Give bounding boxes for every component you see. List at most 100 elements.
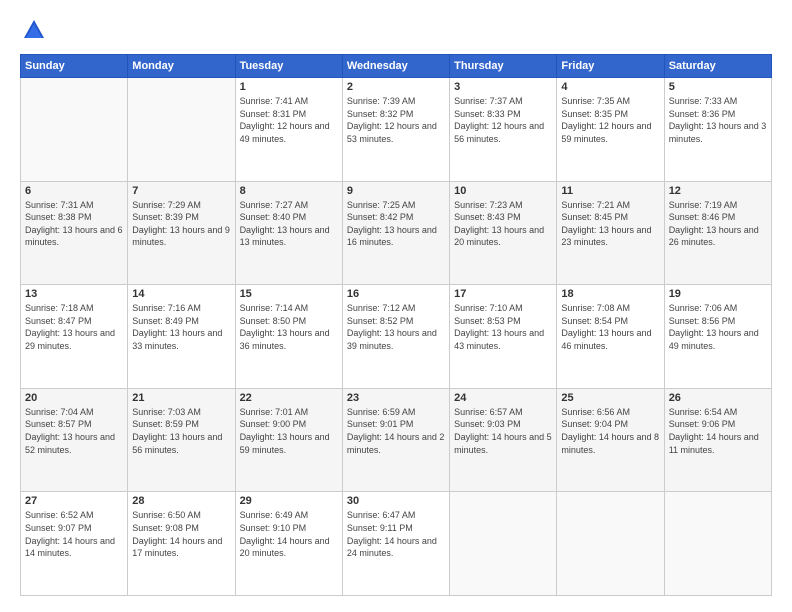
calendar-cell: 27Sunrise: 6:52 AM Sunset: 9:07 PM Dayli… [21,492,128,596]
day-number: 9 [347,185,445,197]
day-info: Sunrise: 7:04 AM Sunset: 8:57 PM Dayligh… [25,406,123,456]
day-info: Sunrise: 7:19 AM Sunset: 8:46 PM Dayligh… [669,199,767,249]
calendar-cell: 3 Sunrise: 7:37 AM Sunset: 8:33 PM Daylig… [450,78,557,182]
day-info: Sunrise: 6:56 AM Sunset: 9:04 PM Dayligh… [561,406,659,456]
day-info: Sunrise: 7:25 AM Sunset: 8:42 PM Dayligh… [347,199,445,249]
day-info: Sunrise: 7:29 AM Sunset: 8:39 PM Dayligh… [132,199,230,249]
day-number: 24 [454,392,552,404]
day-number: 21 [132,392,230,404]
weekday-header-sunday: Sunday [21,55,128,78]
day-number: 26 [669,392,767,404]
day-info: Sunrise: 7:12 AM Sunset: 8:52 PM Dayligh… [347,302,445,352]
day-info: Sunrise: 6:52 AM Sunset: 9:07 PM Dayligh… [25,509,123,559]
calendar-cell [450,492,557,596]
weekday-header-tuesday: Tuesday [235,55,342,78]
day-info: Sunrise: 6:57 AM Sunset: 9:03 PM Dayligh… [454,406,552,456]
calendar-cell: 20 Sunrise: 7:04 AM Sunset: 8:57 PM Dayli… [21,388,128,492]
day-number: 19 [669,288,767,300]
day-number: 20 [25,392,123,404]
day-info: Sunrise: 7:35 AM Sunset: 8:35 PM Dayligh… [561,95,659,145]
day-number: 1 [240,81,338,93]
day-info: Sunrise: 7:27 AM Sunset: 8:40 PM Dayligh… [240,199,338,249]
day-info: Sunrise: 7:33 AM Sunset: 8:36 PM Dayligh… [669,95,767,145]
day-info: Sunrise: 7:31 AM Sunset: 8:38 PM Dayligh… [25,199,123,249]
calendar-cell: 5 Sunrise: 7:33 AM Sunset: 8:36 PM Daylig… [664,78,771,182]
day-number: 25 [561,392,659,404]
calendar-cell: 22 Sunrise: 7:01 AM Sunset: 9:00 PM Dayli… [235,388,342,492]
day-number: 2 [347,81,445,93]
weekday-header-monday: Monday [128,55,235,78]
day-number: 3 [454,81,552,93]
calendar-cell: 19 Sunrise: 7:06 AM Sunset: 8:56 PM Dayli… [664,285,771,389]
day-info: Sunrise: 7:18 AM Sunset: 8:47 PM Dayligh… [25,302,123,352]
day-info: Sunrise: 7:21 AM Sunset: 8:45 PM Dayligh… [561,199,659,249]
day-info: Sunrise: 7:41 AM Sunset: 8:31 PM Dayligh… [240,95,338,145]
day-number: 23 [347,392,445,404]
calendar-cell: 10 Sunrise: 7:23 AM Sunset: 8:43 PM Dayli… [450,181,557,285]
weekday-header-thursday: Thursday [450,55,557,78]
day-info: Sunrise: 7:10 AM Sunset: 8:53 PM Dayligh… [454,302,552,352]
calendar-cell: 26 Sunrise: 6:54 AM Sunset: 9:06 PM Dayli… [664,388,771,492]
day-info: Sunrise: 7:37 AM Sunset: 8:33 PM Dayligh… [454,95,552,145]
day-info: Sunrise: 7:16 AM Sunset: 8:49 PM Dayligh… [132,302,230,352]
calendar-cell [128,78,235,182]
day-number: 10 [454,185,552,197]
day-number: 18 [561,288,659,300]
calendar-cell: 13 Sunrise: 7:18 AM Sunset: 8:47 PM Dayli… [21,285,128,389]
day-number: 5 [669,81,767,93]
day-number: 22 [240,392,338,404]
day-number: 4 [561,81,659,93]
day-number: 28 [132,495,230,507]
day-info: Sunrise: 7:08 AM Sunset: 8:54 PM Dayligh… [561,302,659,352]
day-number: 29 [240,495,338,507]
day-info: Sunrise: 6:49 AM Sunset: 9:10 PM Dayligh… [240,509,338,559]
weekday-header-wednesday: Wednesday [342,55,449,78]
calendar-cell: 14 Sunrise: 7:16 AM Sunset: 8:49 PM Dayli… [128,285,235,389]
calendar-cell: 11 Sunrise: 7:21 AM Sunset: 8:45 PM Dayli… [557,181,664,285]
calendar-cell: 18 Sunrise: 7:08 AM Sunset: 8:54 PM Dayli… [557,285,664,389]
day-number: 13 [25,288,123,300]
calendar-cell [664,492,771,596]
day-info: Sunrise: 7:01 AM Sunset: 9:00 PM Dayligh… [240,406,338,456]
day-info: Sunrise: 7:23 AM Sunset: 8:43 PM Dayligh… [454,199,552,249]
calendar-cell: 7 Sunrise: 7:29 AM Sunset: 8:39 PM Daylig… [128,181,235,285]
day-info: Sunrise: 6:47 AM Sunset: 9:11 PM Dayligh… [347,509,445,559]
calendar-cell: 23Sunrise: 6:59 AM Sunset: 9:01 PM Dayli… [342,388,449,492]
day-number: 30 [347,495,445,507]
calendar-cell: 4 Sunrise: 7:35 AM Sunset: 8:35 PM Daylig… [557,78,664,182]
calendar-table: SundayMondayTuesdayWednesdayThursdayFrid… [20,54,772,596]
calendar-cell: 1 Sunrise: 7:41 AM Sunset: 8:31 PM Daylig… [235,78,342,182]
calendar-cell: 8Sunrise: 7:27 AM Sunset: 8:40 PM Daylig… [235,181,342,285]
calendar-cell [21,78,128,182]
page: SundayMondayTuesdayWednesdayThursdayFrid… [0,0,792,612]
calendar-cell: 16 Sunrise: 7:12 AM Sunset: 8:52 PM Dayli… [342,285,449,389]
calendar-cell: 9 Sunrise: 7:25 AM Sunset: 8:42 PM Daylig… [342,181,449,285]
calendar-cell: 2 Sunrise: 7:39 AM Sunset: 8:32 PM Daylig… [342,78,449,182]
day-number: 16 [347,288,445,300]
calendar-cell: 12Sunrise: 7:19 AM Sunset: 8:46 PM Dayli… [664,181,771,285]
calendar-cell: 28 Sunrise: 6:50 AM Sunset: 9:08 PM Dayli… [128,492,235,596]
day-number: 15 [240,288,338,300]
calendar-cell: 15 Sunrise: 7:14 AM Sunset: 8:50 PM Dayli… [235,285,342,389]
calendar-cell: 6 Sunrise: 7:31 AM Sunset: 8:38 PM Daylig… [21,181,128,285]
day-number: 17 [454,288,552,300]
calendar-cell: 17 Sunrise: 7:10 AM Sunset: 8:53 PM Dayli… [450,285,557,389]
day-number: 14 [132,288,230,300]
day-info: Sunrise: 6:54 AM Sunset: 9:06 PM Dayligh… [669,406,767,456]
day-number: 6 [25,185,123,197]
calendar-cell: 24 Sunrise: 6:57 AM Sunset: 9:03 PM Dayli… [450,388,557,492]
day-info: Sunrise: 7:14 AM Sunset: 8:50 PM Dayligh… [240,302,338,352]
header [20,16,772,44]
weekday-header-friday: Friday [557,55,664,78]
day-info: Sunrise: 7:06 AM Sunset: 8:56 PM Dayligh… [669,302,767,352]
day-number: 11 [561,185,659,197]
day-info: Sunrise: 7:03 AM Sunset: 8:59 PM Dayligh… [132,406,230,456]
calendar-cell: 25 Sunrise: 6:56 AM Sunset: 9:04 PM Dayli… [557,388,664,492]
calendar-cell: 21 Sunrise: 7:03 AM Sunset: 8:59 PM Dayli… [128,388,235,492]
day-info: Sunrise: 6:50 AM Sunset: 9:08 PM Dayligh… [132,509,230,559]
day-number: 7 [132,185,230,197]
weekday-header-saturday: Saturday [664,55,771,78]
day-info: Sunrise: 7:39 AM Sunset: 8:32 PM Dayligh… [347,95,445,145]
logo [20,16,52,44]
logo-icon [20,16,48,44]
